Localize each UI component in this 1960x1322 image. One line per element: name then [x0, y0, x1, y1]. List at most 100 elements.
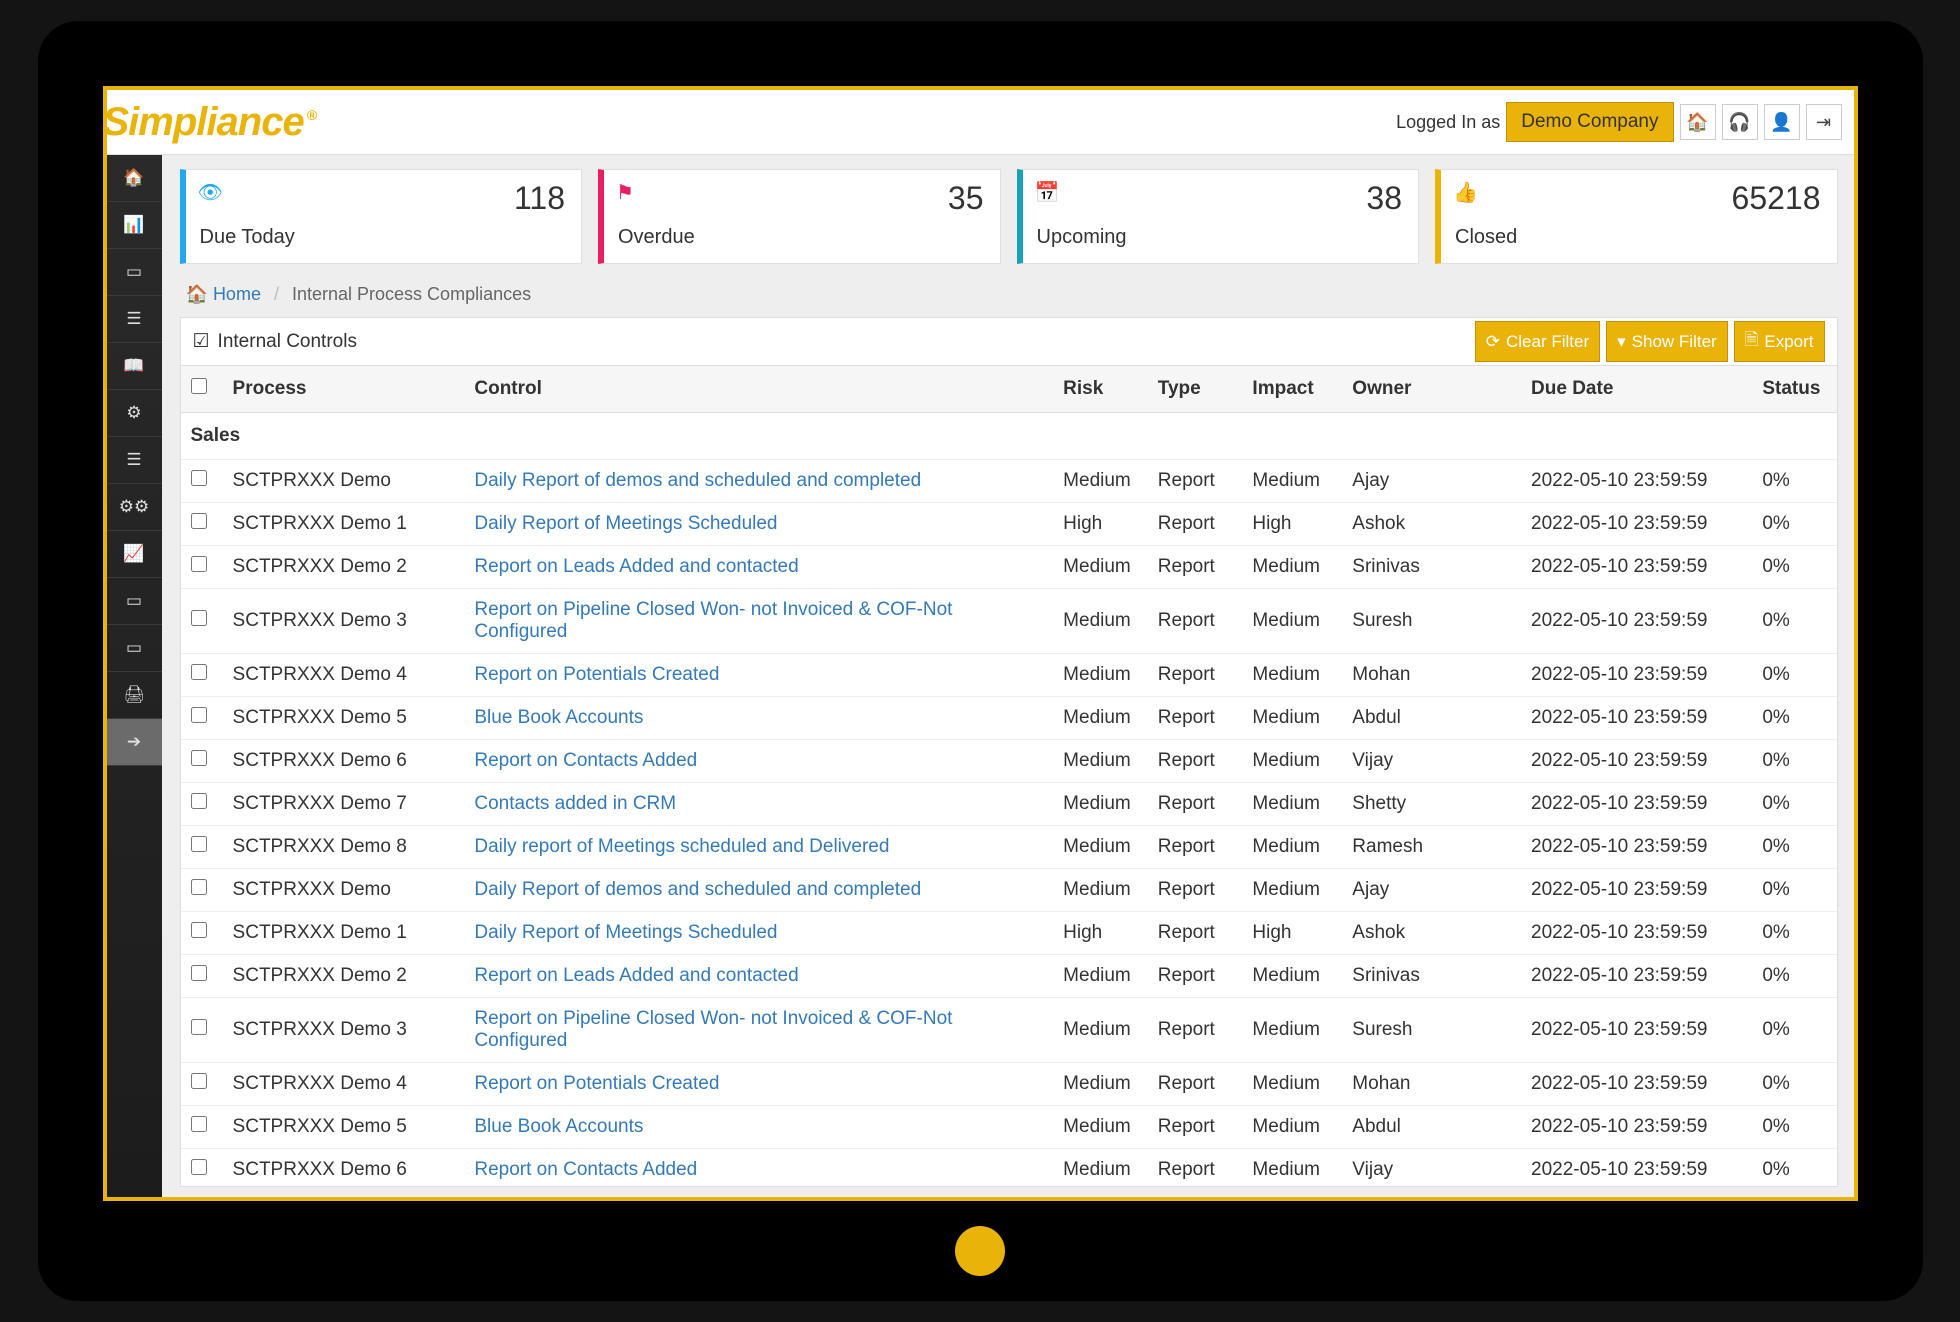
control-link[interactable]: Daily Report of Meetings Scheduled [474, 922, 777, 943]
user-icon[interactable]: 👤 [1764, 104, 1800, 140]
cell-owner: Abdul [1342, 697, 1521, 740]
row-checkbox[interactable] [191, 664, 207, 680]
th-type[interactable]: Type [1148, 366, 1243, 413]
cell-impact: Medium [1242, 1106, 1342, 1149]
cell-process: SCTPRXXX Demo 5 [223, 1106, 465, 1149]
breadcrumb-home[interactable]: Home [213, 284, 261, 304]
row-checkbox[interactable] [191, 610, 207, 626]
control-link[interactable]: Report on Pipeline Closed Won- not Invoi… [474, 1008, 952, 1051]
row-checkbox[interactable] [191, 836, 207, 852]
sidebar-list-icon[interactable]: ☰ [107, 296, 162, 343]
row-checkbox[interactable] [191, 1159, 207, 1175]
control-link[interactable]: Daily Report of Meetings Scheduled [474, 513, 777, 534]
cell-type: Report [1148, 503, 1243, 546]
control-link[interactable]: Report on Contacts Added [474, 1159, 697, 1180]
th-owner[interactable]: Owner [1342, 366, 1521, 413]
row-checkbox[interactable] [191, 470, 207, 486]
cell-status: 0% [1752, 460, 1836, 503]
clear-filter-button[interactable]: ⟳Clear Filter [1475, 321, 1600, 362]
row-checkbox[interactable] [191, 1019, 207, 1035]
cell-owner: Abdul [1342, 1106, 1521, 1149]
cell-process: SCTPRXXX Demo 1 [223, 503, 465, 546]
row-checkbox[interactable] [191, 793, 207, 809]
control-link[interactable]: Daily report of Meetings scheduled and D… [474, 836, 889, 857]
show-filter-button[interactable]: ▾Show Filter [1606, 321, 1728, 362]
control-link[interactable]: Report on Contacts Added [474, 750, 697, 771]
row-checkbox[interactable] [191, 965, 207, 981]
row-checkbox[interactable] [191, 1073, 207, 1089]
control-link[interactable]: Report on Potentials Created [474, 1073, 719, 1094]
sidebar-gear-icon[interactable]: ⚙ [107, 390, 162, 437]
th-risk[interactable]: Risk [1053, 366, 1148, 413]
select-all-checkbox[interactable] [191, 378, 207, 394]
cell-due: 2022-05-10 23:59:59 [1521, 869, 1752, 912]
th-due[interactable]: Due Date [1521, 366, 1752, 413]
table-row: SCTPRXXX Demo 8Daily report of Meetings … [181, 826, 1837, 869]
cell-owner: Vijay [1342, 1149, 1521, 1187]
cell-impact: Medium [1242, 654, 1342, 697]
cell-process: SCTPRXXX Demo 3 [223, 589, 465, 654]
kpi-card-due today[interactable]: 👁118Due Today [180, 169, 583, 264]
support-icon[interactable]: 🎧 [1722, 104, 1758, 140]
row-checkbox[interactable] [191, 513, 207, 529]
sidebar-list2-icon[interactable]: ☰ [107, 437, 162, 484]
cell-type: Report [1148, 912, 1243, 955]
company-badge[interactable]: Demo Company [1506, 102, 1673, 142]
control-link[interactable]: Daily Report of demos and scheduled and … [474, 879, 921, 900]
logout-icon[interactable]: ⇥ [1806, 104, 1842, 140]
panel-header: ☑ Internal Controls ⟳Clear Filter ▾Show … [181, 318, 1837, 366]
kpi-value: 35 [948, 180, 984, 217]
cell-impact: Medium [1242, 546, 1342, 589]
home-icon[interactable]: 🏠 [1680, 104, 1716, 140]
th-impact[interactable]: Impact [1242, 366, 1342, 413]
cell-status: 0% [1752, 998, 1836, 1063]
kpi-card-overdue[interactable]: ⚑35Overdue [598, 169, 1001, 264]
cell-due: 2022-05-10 23:59:59 [1521, 783, 1752, 826]
kpi-card-upcoming[interactable]: 📅38Upcoming [1017, 169, 1420, 264]
kpi-card-closed[interactable]: 👍65218Closed [1435, 169, 1838, 264]
sidebar-print-icon[interactable]: 🖨 [107, 672, 162, 719]
cell-due: 2022-05-10 23:59:59 [1521, 546, 1752, 589]
control-link[interactable]: Daily Report of demos and scheduled and … [474, 470, 921, 491]
row-checkbox[interactable] [191, 922, 207, 938]
control-link[interactable]: Report on Leads Added and contacted [474, 965, 798, 986]
group-row: Sales [181, 413, 1837, 460]
row-checkbox[interactable] [191, 879, 207, 895]
cell-status: 0% [1752, 546, 1836, 589]
sidebar-chart-icon[interactable]: 📈 [107, 531, 162, 578]
breadcrumb-sep: / [274, 284, 279, 304]
sidebar-card2-icon[interactable]: ▭ [107, 625, 162, 672]
cell-status: 0% [1752, 783, 1836, 826]
table-scroll[interactable]: Process Control Risk Type Impact Owner D… [181, 366, 1837, 1186]
control-link[interactable]: Report on Potentials Created [474, 664, 719, 685]
row-checkbox[interactable] [191, 1116, 207, 1132]
control-link[interactable]: Blue Book Accounts [474, 1116, 643, 1137]
sidebar-dashboard-icon[interactable]: 📊 [107, 202, 162, 249]
row-checkbox[interactable] [191, 750, 207, 766]
kpi-label: Due Today [200, 226, 564, 249]
cell-type: Report [1148, 697, 1243, 740]
th-process[interactable]: Process [223, 366, 465, 413]
sidebar-card-icon[interactable]: ▭ [107, 578, 162, 625]
control-link[interactable]: Contacts added in CRM [474, 793, 676, 814]
th-status[interactable]: Status [1752, 366, 1836, 413]
device-home-button[interactable] [955, 1226, 1005, 1276]
th-control[interactable]: Control [464, 366, 1053, 413]
cell-risk: Medium [1053, 998, 1148, 1063]
sidebar-book-icon[interactable]: 📖 [107, 343, 162, 390]
export-button[interactable]: 🗎Export [1734, 321, 1825, 362]
table-row: SCTPRXXX Demo 5Blue Book AccountsMediumR… [181, 1106, 1837, 1149]
cell-process: SCTPRXXX Demo [223, 869, 465, 912]
row-checkbox[interactable] [191, 707, 207, 723]
control-link[interactable]: Report on Leads Added and contacted [474, 556, 798, 577]
cell-status: 0% [1752, 697, 1836, 740]
control-link[interactable]: Report on Pipeline Closed Won- not Invoi… [474, 599, 952, 642]
sidebar-gears-icon[interactable]: ⚙⚙ [107, 484, 162, 531]
sidebar-arrow-icon[interactable]: ➔ [107, 719, 162, 766]
table-row: SCTPRXXX Demo 3Report on Pipeline Closed… [181, 998, 1837, 1063]
kpi-icon: 👍 [1453, 180, 1478, 205]
control-link[interactable]: Blue Book Accounts [474, 707, 643, 728]
sidebar-doc-icon[interactable]: ▭ [107, 249, 162, 296]
row-checkbox[interactable] [191, 556, 207, 572]
sidebar-home-icon[interactable]: 🏠 [107, 155, 162, 202]
